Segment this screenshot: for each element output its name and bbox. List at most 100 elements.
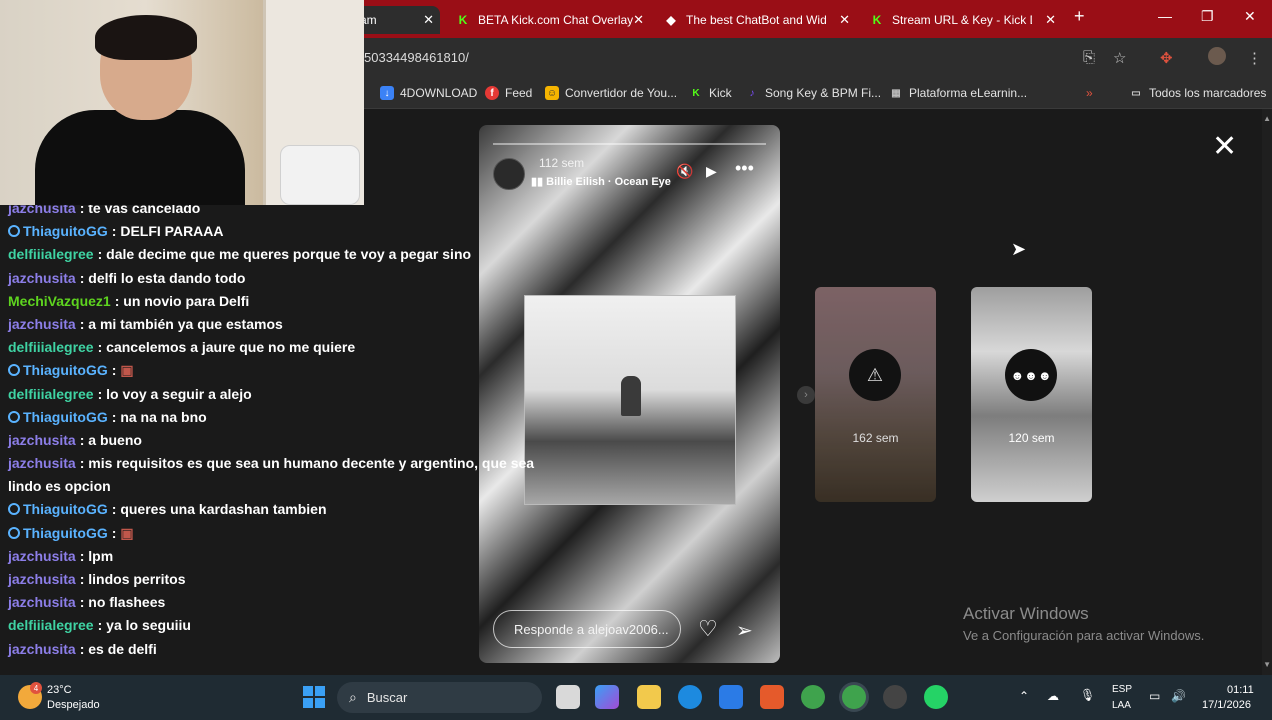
copilot-icon[interactable] xyxy=(595,685,619,709)
chrome-active-icon[interactable] xyxy=(842,685,866,709)
store-icon[interactable] xyxy=(719,685,743,709)
story-song[interactable]: ▮▮ Billie Eilish · Ocean Eye xyxy=(531,175,671,188)
clock-date[interactable]: 17/1/2026 xyxy=(1202,699,1251,711)
tab-close-icon[interactable]: ✕ xyxy=(1045,12,1056,28)
brave-icon[interactable] xyxy=(760,685,784,709)
close-story-button[interactable]: ✕ xyxy=(1212,132,1237,162)
show-hidden-icons-icon[interactable]: ⌃ xyxy=(1019,689,1029,703)
url-field[interactable]: 50334498461810/ xyxy=(364,50,469,65)
install-app-icon[interactable]: ⎘ xyxy=(1083,49,1095,66)
chat-username[interactable]: ThiaguitoGG xyxy=(23,362,108,378)
keyboard-layout[interactable]: LAA xyxy=(1112,700,1131,711)
volume-icon[interactable]: 🔊 xyxy=(1171,689,1186,703)
story-avatar[interactable] xyxy=(493,158,525,190)
scrollbar[interactable] xyxy=(1262,109,1272,675)
bookmark-label: Convertidor de You... xyxy=(565,86,678,100)
scroll-down-arrow-icon[interactable]: ▼ xyxy=(1263,660,1271,669)
tab-close-icon[interactable]: ✕ xyxy=(839,12,850,28)
menu-icon[interactable]: ⋮ xyxy=(1247,49,1262,67)
chat-username[interactable]: jazchusita xyxy=(8,641,76,657)
extensions-icon[interactable]: ✥ xyxy=(1160,49,1173,67)
play-icon[interactable]: ▶ xyxy=(706,163,717,180)
task-view-icon[interactable] xyxy=(556,685,580,709)
tab-stream-key[interactable]: K Stream URL & Key - Kick Da ✕ xyxy=(870,6,1056,34)
restore-button[interactable]: ❐ xyxy=(1201,8,1214,25)
chat-username[interactable]: ThiaguitoGG xyxy=(23,409,108,425)
chat-username[interactable]: jazchusita xyxy=(8,594,76,610)
mute-icon[interactable]: 🔇 xyxy=(676,163,693,180)
chat-separator: : xyxy=(79,455,89,472)
chat-username[interactable]: delfiiialegree xyxy=(8,246,94,262)
edge-icon[interactable] xyxy=(678,685,702,709)
webcam-heater xyxy=(280,145,360,205)
clock-time[interactable]: 01:11 xyxy=(1227,684,1254,696)
tab-kick-chat-overlay[interactable]: K BETA Kick.com Chat Overlay ✕ xyxy=(456,6,644,34)
windows-start-icon[interactable] xyxy=(303,686,325,708)
chat-text: lindos perritos xyxy=(88,571,186,587)
bookmark-item[interactable]: ♪ Song Key & BPM Fi... xyxy=(745,86,882,100)
chat-separator: : xyxy=(114,292,124,309)
chat-username[interactable]: jazchusita xyxy=(8,548,76,564)
chat-text: a bueno xyxy=(88,431,142,448)
bookmarks-overflow-button[interactable]: » xyxy=(1086,86,1093,100)
folder-icon: ▭ xyxy=(1131,87,1141,99)
cloud-icon[interactable]: ☁ xyxy=(1047,689,1059,703)
chat-username[interactable]: ThiaguitoGG xyxy=(23,501,108,517)
window-close-button[interactable]: ✕ xyxy=(1244,8,1256,25)
tab-chatbot[interactable]: ◆ The best ChatBot and Widg ✕ xyxy=(664,6,850,34)
chat-username[interactable]: jazchusita xyxy=(8,455,76,471)
tab-close-icon[interactable]: ✕ xyxy=(423,12,434,28)
previous-story-arrow-icon[interactable]: › xyxy=(797,386,815,404)
chat-username[interactable]: MechiVazquez1 xyxy=(8,293,111,309)
chat-separator: : xyxy=(97,385,107,402)
language-code[interactable]: ESP xyxy=(1112,684,1132,695)
chat-text: ya lo seguiiu xyxy=(106,617,191,634)
taskbar-search[interactable]: ⌕ Buscar xyxy=(337,682,542,713)
chat-separator: : xyxy=(97,339,107,356)
chrome-icon[interactable] xyxy=(801,685,825,709)
minimize-button[interactable]: — xyxy=(1158,8,1172,24)
story-thumbnail[interactable]: ☻☻☻ 120 sem xyxy=(971,287,1092,502)
bookmark-item[interactable]: ☺ Convertidor de You... xyxy=(545,86,677,100)
chat-message: jazchusita: mis requisitos es que sea un… xyxy=(8,455,608,478)
chat-username[interactable]: delfiiialegree xyxy=(8,386,94,402)
chat-text: es de delfi xyxy=(88,640,157,657)
bookmark-label: Plataforma eLearnin... xyxy=(909,86,1028,100)
chat-message: delfiiialegree: dale decime que me quere… xyxy=(8,246,608,269)
new-tab-button[interactable]: + xyxy=(1074,6,1085,27)
whatsapp-icon[interactable] xyxy=(924,685,948,709)
bookmark-item[interactable]: ▦ Plataforma eLearnin... xyxy=(889,86,1027,100)
bookmark-star-icon[interactable]: ☆ xyxy=(1113,49,1126,67)
file-explorer-icon[interactable] xyxy=(637,685,661,709)
network-icon[interactable]: ▭ xyxy=(1149,689,1160,703)
scroll-up-arrow-icon[interactable]: ▲ xyxy=(1263,114,1271,123)
chat-username[interactable]: jazchusita xyxy=(8,432,76,448)
chat-username[interactable]: ThiaguitoGG xyxy=(23,223,108,239)
more-options-icon[interactable]: ••• xyxy=(735,158,754,179)
chat-text: delfi lo esta dando todo xyxy=(88,269,246,286)
story-thumbnail[interactable]: ⚠ 162 sem xyxy=(815,287,936,502)
chat-username[interactable]: jazchusita xyxy=(8,270,76,286)
chat-message: jazchusita: es de delfi xyxy=(8,641,608,664)
bookmark-item[interactable]: f Feed xyxy=(485,86,532,100)
music-bars-icon: ▮▮ xyxy=(531,176,547,188)
tab-close-icon[interactable]: ✕ xyxy=(633,12,644,28)
weather-description[interactable]: Despejado xyxy=(47,699,100,711)
story-thumb-avatar: ⚠ xyxy=(849,349,901,401)
microphone-icon[interactable]: 🎙 xyxy=(1080,688,1095,702)
chat-username[interactable]: delfiiialegree xyxy=(8,617,94,633)
chat-separator: : xyxy=(79,547,89,564)
send-icon[interactable]: ➢ xyxy=(736,618,753,643)
obs-icon[interactable] xyxy=(883,685,907,709)
profile-avatar[interactable] xyxy=(1208,47,1226,65)
chat-username[interactable]: jazchusita xyxy=(8,571,76,587)
chat-username[interactable]: ThiaguitoGG xyxy=(23,525,108,541)
weather-temperature[interactable]: 23°C xyxy=(47,684,72,696)
bookmark-item[interactable]: ↓ 4DOWNLOAD xyxy=(380,86,477,100)
chat-username[interactable]: jazchusita xyxy=(8,316,76,332)
chat-username[interactable]: delfiiialegree xyxy=(8,339,94,355)
all-bookmarks-folder[interactable]: ▭ Todos los marcadores xyxy=(1129,86,1266,100)
bookmark-item[interactable]: K Kick xyxy=(689,86,731,100)
like-heart-icon[interactable]: ♡ xyxy=(698,616,718,642)
chat-message: ThiaguitoGG: DELFI PARAAA xyxy=(8,223,608,246)
